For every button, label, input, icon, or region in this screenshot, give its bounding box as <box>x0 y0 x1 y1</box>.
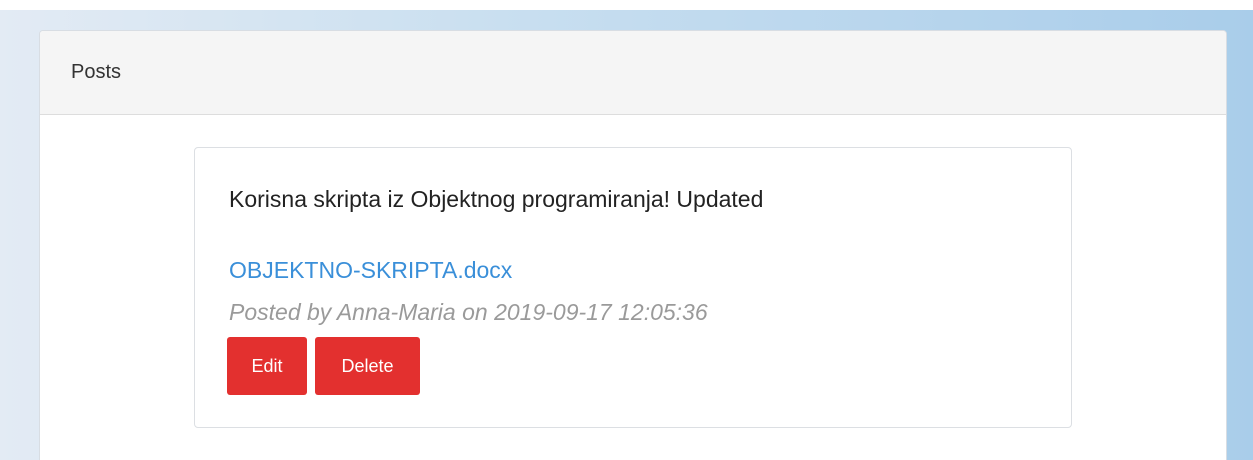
post-card: Korisna skripta iz Objektnog programiran… <box>194 147 1072 428</box>
panel-heading: Posts <box>40 31 1226 115</box>
delete-button[interactable]: Delete <box>315 337 420 395</box>
post-meta: Posted by Anna-Maria on 2019-09-17 12:05… <box>229 299 708 325</box>
panel-title: Posts <box>71 61 122 83</box>
top-strip <box>0 0 1253 10</box>
posts-panel: Posts Korisna skripta iz Objektnog progr… <box>39 30 1227 460</box>
attachment-link[interactable]: OBJEKTNO-SKRIPTA.docx <box>229 257 512 284</box>
edit-button[interactable]: Edit <box>227 337 307 395</box>
post-title: Korisna skripta iz Objektnog programiran… <box>229 186 764 212</box>
